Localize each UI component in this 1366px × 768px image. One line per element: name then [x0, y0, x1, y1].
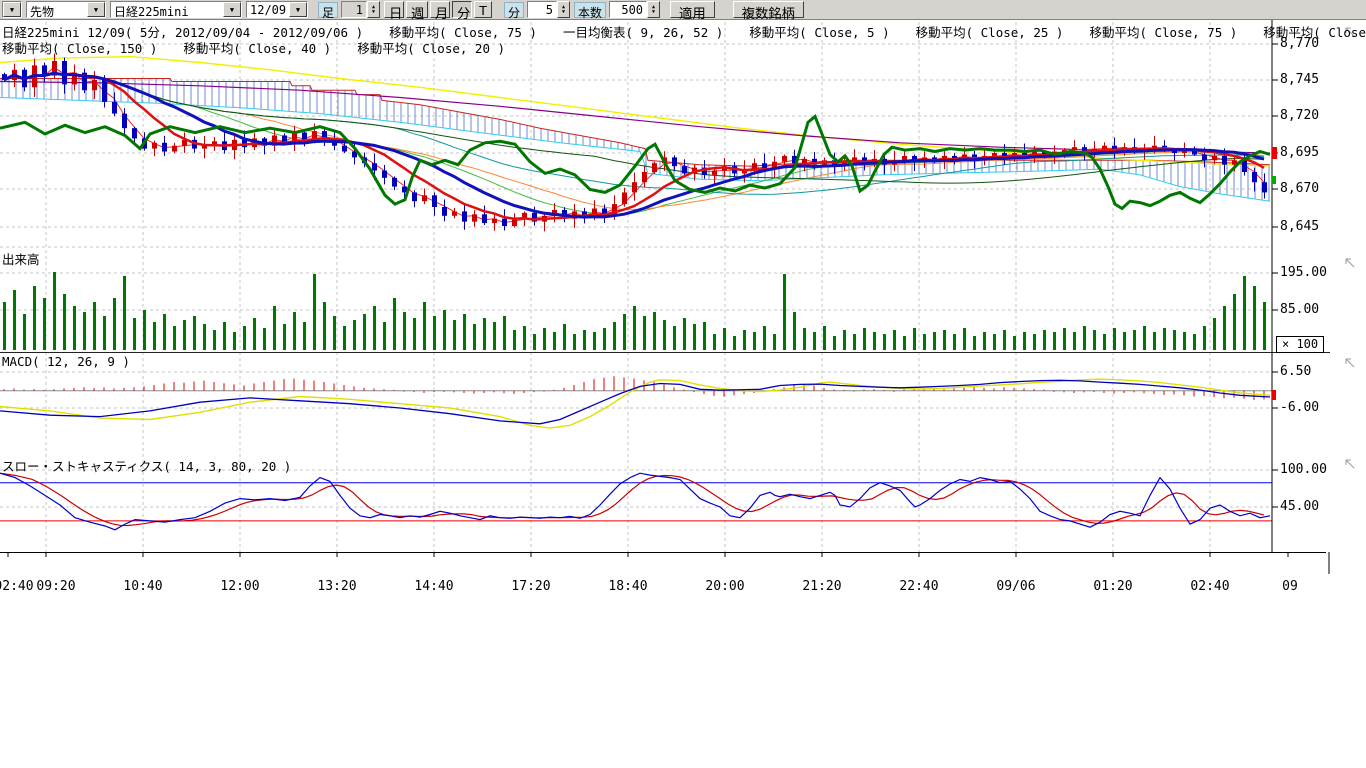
stochastics-pane-title: スロー・ストキャスティクス( 14, 3, 80, 20 ) [2, 456, 291, 475]
chevron-down-icon: ▼ [289, 2, 307, 17]
chevron-down-icon: ▼ [87, 2, 105, 17]
symbol-select[interactable]: 日経225mini ▼ [110, 1, 242, 18]
macd-pane-title: MACD( 12, 26, 9 ) [2, 354, 130, 369]
volume-axis-label: 195.00 [1280, 265, 1327, 280]
minutes-input[interactable]: 5 [527, 1, 557, 18]
time-axis-label: 17:20 [511, 579, 550, 594]
period-day-button[interactable]: 日 [384, 1, 404, 18]
time-axis-label: 13:20 [317, 579, 356, 594]
indicator-label: 移動平均( Close, 75 ) [1089, 22, 1237, 41]
time-axis-label: 10:40 [123, 579, 162, 594]
volume-pane-title: 出来高 [2, 249, 40, 268]
indicator-label: 移動平均( Close, 25 ) [916, 22, 1064, 41]
chart-area: 日経225mini 12/09( 5分, 2012/09/04 - 2012/0… [0, 20, 1366, 578]
price-axis-label: 8,720 [1280, 108, 1319, 123]
pane-resize-arrow-icon[interactable] [1346, 460, 1354, 468]
contract-month-value: 12/09 [247, 2, 289, 17]
pane-resize-arrow-icon[interactable] [1346, 359, 1354, 367]
price-axis-label: 8,770 [1280, 36, 1319, 51]
period-tick-button[interactable]: T [474, 1, 492, 18]
time-axis-label: 02:40 [0, 579, 34, 594]
price-axis-label: 8,670 [1280, 181, 1319, 196]
price-axis-label: 8,745 [1280, 72, 1319, 87]
bar-count-label: 本数 [574, 2, 606, 18]
stochastics-axis-label: 100.00 [1280, 462, 1327, 477]
chevron-down-icon: ▼ [223, 2, 241, 17]
price-axis-label: 8,645 [1280, 219, 1319, 234]
time-axis-label: 12:00 [220, 579, 259, 594]
spin-down-icon: ▼ [372, 10, 375, 15]
trading-app-window: { "toolbar": { "symbol_type": "先物", "sym… [0, 0, 1366, 768]
volume-multiplier-badge: × 100 [1276, 336, 1324, 353]
minutes-spinner[interactable]: ▲▼ [557, 1, 570, 18]
indicator-label: 一目均衡表( 9, 26, 52 ) [563, 22, 723, 41]
bar-count-field[interactable]: 1 [341, 1, 367, 18]
time-axis-label: 09/06 [996, 579, 1035, 594]
time-axis-label: 09 [1282, 579, 1298, 594]
macd-axis-label: -6.00 [1280, 400, 1319, 415]
toolbar: ▼ 先物 ▼ 日経225mini ▼ 12/09 ▼ 足 1 ▲▼ 日 週 月 … [0, 0, 1366, 20]
time-axis-label: 20:00 [705, 579, 744, 594]
indicator-label: 移動平均( Close, 20 ) [357, 38, 505, 57]
symbol-value: 日経225mini [111, 2, 223, 17]
instrument-type-select[interactable]: 先物 ▼ [26, 1, 106, 18]
chart-select-dropdown[interactable]: ▼ [2, 1, 22, 18]
bar-count-input[interactable]: 500 [609, 1, 647, 18]
time-axis-label: 18:40 [608, 579, 647, 594]
chart-canvas[interactable] [0, 20, 1366, 578]
time-axis-label: 22:40 [899, 579, 938, 594]
spin-down-icon: ▼ [562, 10, 565, 15]
spin-down-icon: ▼ [652, 10, 655, 15]
time-axis-label: 02:40 [1190, 579, 1229, 594]
pane-resize-arrow-icon[interactable] [1346, 259, 1354, 267]
time-axis-label: 09:20 [36, 579, 75, 594]
instrument-type-value: 先物 [27, 2, 87, 17]
indicator-label: 移動平均( Close, 40 ) [183, 38, 331, 57]
chevron-down-icon: ▼ [3, 2, 21, 17]
stochastics-axis-label: 45.00 [1280, 499, 1319, 514]
multi-symbol-button[interactable]: 複数銘柄 [733, 1, 804, 18]
indicator-label: 移動平均( Close, 5 ) [749, 22, 889, 41]
apply-button[interactable]: 適用 [670, 1, 715, 18]
price-axis-label: 8,695 [1280, 145, 1319, 160]
indicator-header-line2: 移動平均( Close, 150 ) 移動平均( Close, 40 ) 移動平均(… [2, 38, 505, 57]
period-week-button[interactable]: 週 [406, 1, 428, 18]
time-axis-label: 01:20 [1093, 579, 1132, 594]
period-month-button[interactable]: 月 [430, 1, 450, 18]
macd-axis-label: 6.50 [1280, 364, 1311, 379]
bar-count-spinner[interactable]: ▲▼ [367, 1, 380, 18]
time-axis-label: 21:20 [802, 579, 841, 594]
indicator-label: 移動平均( Close, 150 ) [2, 38, 157, 57]
time-axis-label: 14:40 [414, 579, 453, 594]
volume-axis-label: 85.00 [1280, 302, 1319, 317]
bars-spinner[interactable]: ▲▼ [647, 1, 660, 18]
minutes-label: 分 [504, 2, 524, 18]
bar-type-label: 足 [318, 2, 338, 18]
period-minute-button[interactable]: 分 [452, 1, 472, 18]
contract-month-select[interactable]: 12/09 ▼ [246, 1, 308, 18]
